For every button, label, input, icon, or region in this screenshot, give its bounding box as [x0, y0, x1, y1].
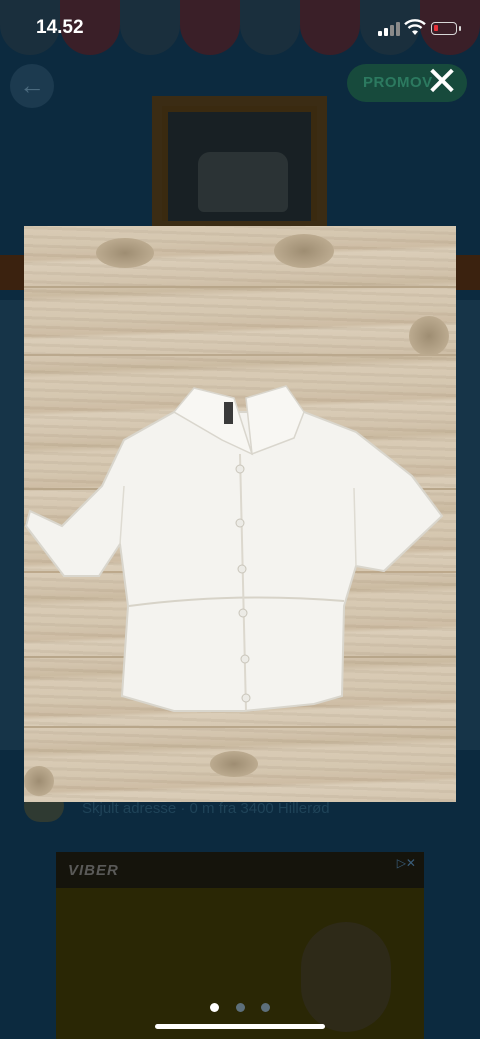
page-indicator [0, 999, 480, 1017]
ad-choices-icon: ▷✕ [396, 856, 416, 870]
shirt-illustration [24, 385, 444, 712]
seller-address: Skjult adresse · 0 m fra 3400 Hillerød [82, 800, 330, 817]
back-button: ← [10, 64, 54, 108]
page-dot-3[interactable] [260, 1003, 270, 1012]
home-indicator[interactable] [155, 1024, 325, 1029]
product-photo[interactable] [24, 226, 456, 802]
cellular-signal-icon [378, 22, 400, 36]
status-bar: 14.52 [0, 0, 480, 55]
close-icon: ✕ [425, 60, 459, 104]
ad-brand: VIBER [68, 862, 119, 879]
background-card-edge-right [456, 300, 480, 750]
close-button[interactable]: ✕ [420, 60, 464, 104]
page-dot-2[interactable] [235, 1003, 245, 1012]
page-dot-1[interactable] [210, 1003, 220, 1012]
battery-icon [431, 22, 461, 35]
background-thumbnail [152, 96, 327, 231]
background-card-edge-left [0, 300, 24, 750]
clock: 14.52 [36, 17, 84, 38]
wifi-icon [404, 19, 426, 35]
